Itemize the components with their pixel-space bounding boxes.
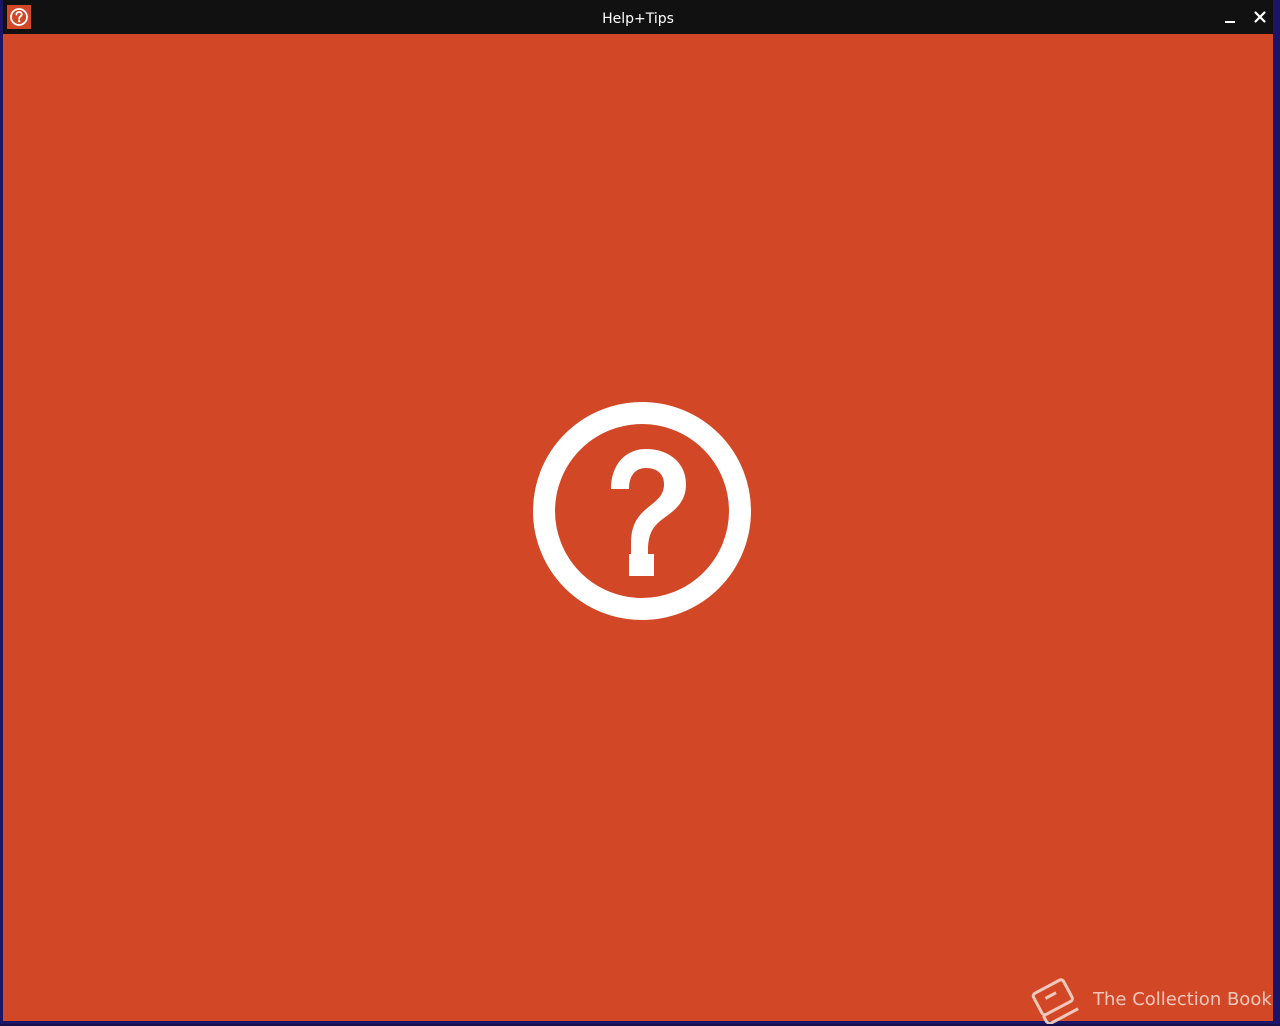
app-window: Help+Tips The Collection Book bbox=[0, 0, 1280, 1024]
title-bar[interactable]: Help+Tips bbox=[3, 0, 1273, 34]
window-title: Help+Tips bbox=[602, 11, 674, 27]
splash-screen: The Collection Book bbox=[3, 34, 1273, 1024]
book-icon bbox=[1031, 978, 1079, 1024]
watermark-text: The Collection Book bbox=[1093, 988, 1272, 1010]
close-icon bbox=[1254, 11, 1266, 23]
question-circle-icon bbox=[533, 402, 751, 620]
watermark: The Collection Book bbox=[1029, 972, 1272, 1026]
minimize-icon bbox=[1225, 21, 1235, 23]
help-circle-icon[interactable] bbox=[7, 5, 31, 29]
minimize-button[interactable] bbox=[1215, 2, 1245, 32]
close-button[interactable] bbox=[1245, 2, 1275, 32]
